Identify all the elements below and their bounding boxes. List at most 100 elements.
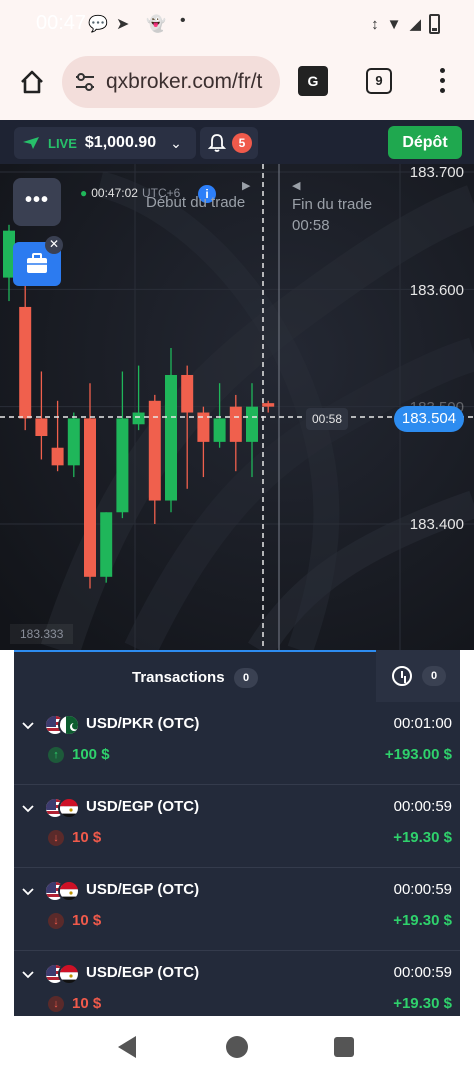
recents-icon[interactable] — [334, 1037, 354, 1057]
candle-bearish — [19, 306, 32, 419]
notification-count: 5 — [232, 133, 252, 153]
deposit-button[interactable]: Dépôt — [388, 126, 462, 159]
back-icon[interactable] — [118, 1036, 136, 1058]
candle-bullish — [165, 374, 177, 501]
tab-switcher-button[interactable]: 9 — [366, 68, 392, 94]
site-settings-icon[interactable] — [74, 72, 96, 92]
candle-bullish — [100, 512, 113, 577]
bell-icon — [208, 134, 226, 152]
wifi-icon: ▼ — [386, 15, 402, 33]
snapchat-icon: 👻 — [146, 16, 166, 33]
candle-bearish — [84, 418, 96, 577]
transaction-payout: +19.30 $ — [393, 912, 452, 929]
account-balance: $1,000.90 — [84, 134, 157, 151]
candle-bearish — [262, 403, 275, 407]
low-price-label: 183.333 — [10, 624, 74, 644]
close-icon[interactable]: ✕ — [45, 236, 63, 254]
candle-bullish — [132, 412, 145, 425]
transaction-time: 00:00:59 — [393, 881, 452, 898]
price-tick: 183.700 — [409, 164, 464, 181]
transaction-row[interactable]: USD/EGP (OTC) 00:00:59 ↓ 10 $ +19.30 $ — [14, 785, 460, 868]
arrow-down-icon: ↓ — [48, 996, 64, 1012]
tab-history[interactable]: 0 — [376, 650, 460, 702]
live-send-icon — [23, 137, 39, 149]
translate-icon[interactable]: G — [298, 66, 328, 96]
transaction-payout: +19.30 $ — [393, 995, 452, 1012]
candle-bearish — [51, 447, 64, 466]
currency-flags — [44, 880, 80, 902]
chevron-down-icon[interactable] — [22, 803, 34, 815]
app-header: LIVE $1,000.90 ⌄ 5 Dépôt — [0, 120, 474, 164]
transaction-amount: 10 $ — [72, 995, 102, 1012]
tab-history-count: 0 — [422, 666, 446, 686]
candle-bullish — [116, 418, 129, 513]
transaction-time: 00:01:00 — [393, 715, 452, 732]
pk-flag-icon — [58, 714, 80, 736]
arrow-left-icon: ◀ — [292, 180, 301, 192]
eg-flag-icon — [58, 963, 80, 985]
currency-flags — [44, 714, 80, 736]
transactions-panel: Transactions 0 0 USD/PKR (OTC) 00:01:00 ↑ 1… — [14, 650, 460, 1034]
home-icon[interactable] — [18, 68, 46, 96]
system-nav-bar — [0, 1016, 474, 1080]
trade-end-time: 00:58 — [292, 217, 330, 234]
signal-icon: ◢ — [409, 16, 421, 33]
candle-bullish — [213, 418, 226, 442]
eg-flag-icon — [58, 880, 80, 902]
candle-bearish — [181, 374, 194, 413]
chevron-down-icon[interactable] — [22, 886, 34, 898]
currency-flags — [44, 797, 80, 819]
transaction-pair: USD/EGP (OTC) — [86, 798, 200, 815]
transaction-pair: USD/EGP (OTC) — [86, 964, 200, 981]
transaction-amount: 10 $ — [72, 912, 102, 929]
transaction-pair: USD/EGP (OTC) — [86, 881, 200, 898]
trade-end-info: Fin du trade 00:58 — [292, 194, 372, 236]
account-mode: LIVE — [48, 135, 77, 151]
tab-transactions-count: 0 — [234, 668, 258, 688]
clock-icon — [392, 666, 412, 686]
telegram-icon: ➤ — [116, 16, 130, 33]
panel-tabs: Transactions 0 0 — [14, 650, 460, 702]
tab-transactions[interactable]: Transactions 0 — [14, 650, 376, 702]
chat-icon: 💬 — [88, 16, 108, 33]
transaction-time: 00:00:59 — [393, 964, 452, 981]
price-chart[interactable]: 183.700 183.600 183.500 183.400 ••• ✕ ●0… — [0, 164, 474, 650]
battery-icon — [429, 14, 440, 34]
transaction-payout: +19.30 $ — [393, 829, 452, 846]
transaction-time: 00:00:59 — [393, 798, 452, 815]
candle-bearish — [229, 406, 242, 442]
trade-start-label: Début du trade — [146, 194, 246, 211]
transaction-amount: 100 $ — [72, 746, 110, 763]
vibrate-icon: ↕ — [371, 15, 379, 33]
candle-bearish — [148, 400, 161, 501]
arrow-right-icon: ▶ — [242, 180, 251, 192]
eg-flag-icon — [58, 797, 80, 819]
url-bar[interactable]: qxbroker.com/fr/t — [62, 56, 280, 108]
price-tick: 183.400 — [409, 516, 464, 533]
home-circle-icon[interactable] — [226, 1036, 248, 1058]
transaction-row[interactable]: USD/PKR (OTC) 00:01:00 ↑ 100 $ +193.00 $ — [14, 702, 460, 785]
dot-icon: • — [180, 12, 186, 29]
current-price-badge: 183.504 — [394, 406, 464, 432]
transaction-payout: +193.00 $ — [384, 746, 452, 763]
candle-bullish — [67, 418, 80, 466]
candle-bullish — [246, 406, 258, 442]
chevron-down-icon[interactable] — [22, 969, 34, 981]
chevron-down-icon: ⌄ — [170, 134, 182, 151]
notifications-button[interactable]: 5 — [200, 127, 258, 159]
expiry-countdown: 00:58 — [306, 408, 348, 430]
transaction-row[interactable]: USD/EGP (OTC) 00:00:59 ↓ 10 $ +19.30 $ — [14, 868, 460, 951]
trade-end-label: Fin du trade — [292, 196, 373, 213]
live-dot-icon: ● — [80, 186, 88, 200]
chevron-down-icon[interactable] — [22, 720, 34, 732]
url-text[interactable]: qxbroker.com/fr/t — [106, 70, 276, 94]
arrow-down-icon: ↓ — [48, 913, 64, 929]
arrow-up-icon: ↑ — [48, 747, 64, 763]
chart-menu-button[interactable]: ••• — [13, 178, 61, 226]
more-menu-icon[interactable] — [438, 66, 446, 96]
browser-toolbar: qxbroker.com/fr/t G 9 — [0, 48, 474, 120]
account-switcher[interactable]: LIVE $1,000.90 ⌄ — [14, 127, 196, 159]
arrow-down-icon: ↓ — [48, 830, 64, 846]
status-bar: 00:47 💬 ➤ 👻 • ↕ ▼ ◢ — [0, 0, 474, 48]
transaction-amount: 10 $ — [72, 829, 102, 846]
